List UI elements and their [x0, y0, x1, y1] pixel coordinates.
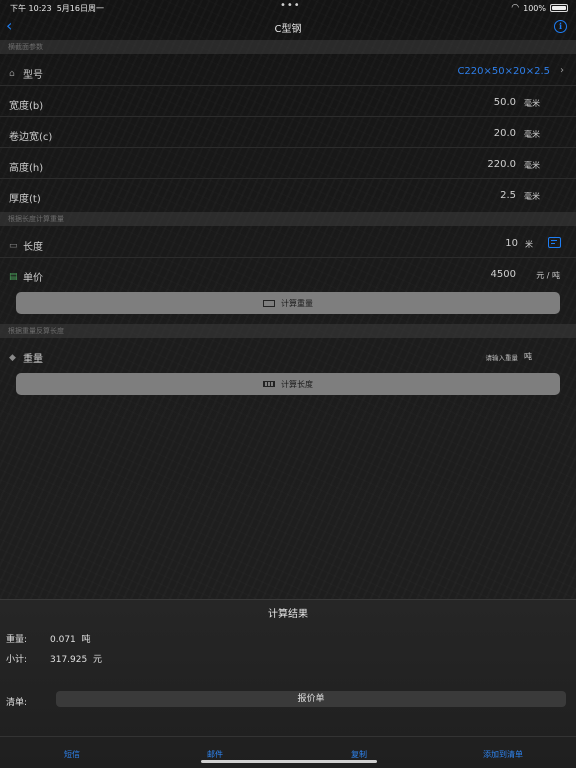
result-weight-value: 0.071 吨 [50, 635, 91, 645]
height-row: 高度(h) 220.0 毫米 [0, 149, 576, 179]
price-input[interactable]: 4500 [491, 269, 516, 280]
banknote-icon: ▤ [9, 271, 18, 282]
section-header-by-weight: 根据重量反算长度 [0, 324, 576, 338]
width-label: 宽度(b) [9, 101, 44, 112]
quote-button[interactable]: 报价单 [56, 691, 566, 707]
building-icon: ⌂ [9, 68, 15, 79]
navigation-bar: ‹ C型钢 i [0, 16, 576, 38]
price-row: ▤ 单价 4500 元 / 吨 [0, 259, 576, 289]
result-weight-key: 重量: [6, 635, 28, 645]
home-indicator[interactable] [201, 760, 377, 763]
length-unit: 米 [525, 240, 533, 249]
calc-weight-label: 计算重量 [281, 298, 313, 308]
truck-icon [263, 299, 275, 307]
price-unit: 元 / 吨 [536, 271, 560, 280]
width-unit: 毫米 [524, 99, 540, 108]
sms-button[interactable]: 短信 [64, 749, 80, 760]
ruler-icon: ▭ [9, 240, 18, 251]
list-label: 清单: [6, 698, 28, 708]
model-label: 型号 [23, 70, 43, 81]
thickness-unit: 毫米 [524, 192, 540, 201]
battery-percent: 100% [523, 3, 546, 13]
price-label: 单价 [23, 273, 43, 284]
weight-label: 重量 [23, 354, 43, 365]
thickness-input[interactable]: 2.5 [500, 190, 516, 201]
result-subtotal-key: 小计: [6, 655, 28, 665]
multitask-dots-icon[interactable]: ••• [280, 0, 301, 11]
page-title: C型钢 [274, 24, 302, 35]
length-input[interactable]: 10 [505, 238, 518, 249]
weight-unit: 吨 [524, 352, 532, 361]
lip-unit: 毫米 [524, 130, 540, 139]
weight-input[interactable]: 请输入重量 [486, 352, 519, 362]
thickness-row: 厚度(t) 2.5 毫米 [0, 180, 576, 210]
chevron-right-icon: › [560, 65, 564, 76]
result-subtotal: 小计: 317.925 元 [6, 652, 102, 665]
lip-label: 卷边宽(c) [9, 132, 53, 143]
section-header-spec: 横截面参数 [0, 40, 576, 54]
list-edit-icon[interactable] [548, 237, 561, 248]
calc-weight-button[interactable]: 计算重量 [16, 292, 560, 314]
result-panel: 计算结果 重量: 0.071 吨 小计: 317.925 元 清单: 报价单 短信 … [0, 599, 576, 768]
length-label: 长度 [23, 242, 43, 253]
lip-row: 卷边宽(c) 20.0 毫米 [0, 118, 576, 148]
thickness-label: 厚度(t) [9, 194, 41, 205]
add-to-list-button[interactable]: 添加到清单 [483, 749, 523, 760]
height-unit: 毫米 [524, 161, 540, 170]
battery-icon [550, 4, 568, 12]
length-row: ▭ 长度 10 米 [0, 228, 576, 258]
status-time: 下午 10:23 5月16日周一 [10, 4, 104, 13]
weight-diamond-icon: ◆ [9, 352, 16, 363]
model-value[interactable]: C220×50×20×2.5 [457, 66, 550, 77]
info-icon[interactable]: i [554, 20, 567, 33]
calc-length-label: 计算长度 [281, 379, 313, 389]
section-header-by-length: 根据长度计算重量 [0, 212, 576, 226]
result-title: 计算结果 [268, 609, 308, 620]
width-row: 宽度(b) 50.0 毫米 [0, 87, 576, 117]
bottom-toolbar: 短信 邮件 复制 添加到清单 [0, 736, 576, 768]
lip-input[interactable]: 20.0 [494, 128, 516, 139]
copy-button[interactable]: 复制 [351, 749, 367, 760]
result-weight: 重量: 0.071 吨 [6, 632, 91, 645]
wifi-icon: ◠ [511, 3, 520, 13]
weight-row: ◆ 重量 请输入重量 吨 [0, 340, 576, 370]
height-input[interactable]: 220.0 [487, 159, 516, 170]
status-bar: 下午 10:23 5月16日周一 ••• ◠ 100% [0, 0, 576, 16]
width-input[interactable]: 50.0 [494, 97, 516, 108]
status-right: ◠ 100% [511, 3, 568, 13]
height-label: 高度(h) [9, 163, 44, 174]
ruler-icon [263, 381, 275, 387]
mail-button[interactable]: 邮件 [207, 749, 223, 760]
model-row[interactable]: ⌂ 型号 C220×50×20×2.5 › [0, 56, 576, 86]
calc-length-button[interactable]: 计算长度 [16, 373, 560, 395]
result-subtotal-value: 317.925 元 [50, 655, 102, 665]
